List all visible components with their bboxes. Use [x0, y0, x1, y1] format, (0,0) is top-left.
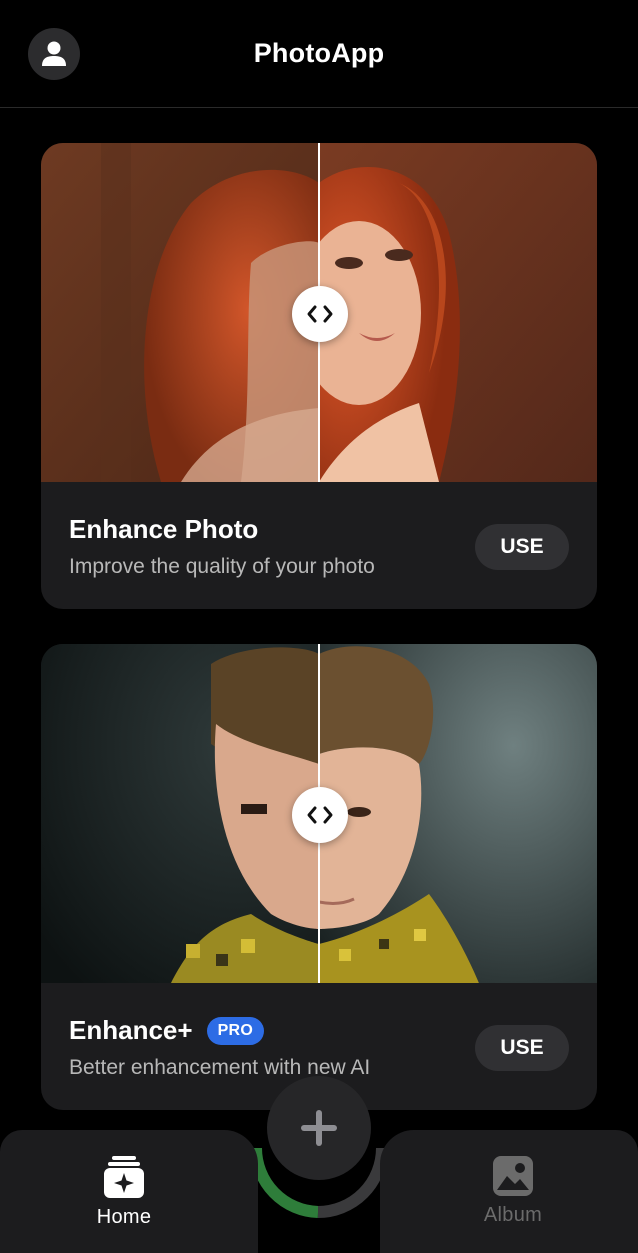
nav-home-label: Home — [96, 1206, 152, 1228]
pro-badge: PRO — [206, 1016, 265, 1045]
compare-slider-handle[interactable] — [292, 787, 348, 843]
use-enhance-plus-button[interactable]: USE — [475, 1025, 569, 1071]
compare-slider-handle[interactable] — [292, 286, 348, 342]
card-title: Enhance+ — [69, 1015, 193, 1045]
card-title-row: Enhance+ PRO — [69, 1015, 265, 1046]
nav-home[interactable]: Home — [64, 1156, 184, 1229]
app-root: PhotoApp Enhance Photo Improve the quali… — [0, 0, 638, 1253]
before-after-preview[interactable] — [41, 143, 597, 482]
top-bar: PhotoApp — [0, 0, 638, 108]
photo-stack-sparkle-icon — [104, 1156, 144, 1198]
image-icon — [493, 1156, 533, 1196]
app-title: PhotoApp — [253, 38, 385, 68]
nav-album[interactable]: Album — [453, 1156, 573, 1227]
bottom-navigation: Home Album — [0, 1076, 638, 1253]
card-description: Improve the quality of your photo — [69, 555, 375, 578]
after-image — [319, 143, 597, 482]
enhance-plus-card[interactable]: Enhance+ PRO Better enhancement with new… — [41, 644, 597, 1110]
after-image — [319, 644, 597, 983]
add-button[interactable] — [267, 1076, 371, 1180]
before-image — [41, 644, 319, 983]
nav-album-label: Album — [483, 1204, 543, 1226]
plus-icon — [301, 1110, 337, 1146]
card-title: Enhance Photo — [69, 514, 259, 544]
use-enhance-photo-button[interactable]: USE — [475, 524, 569, 570]
card-title-row: Enhance Photo — [69, 514, 258, 545]
before-image — [41, 143, 319, 482]
enhance-photo-card[interactable]: Enhance Photo Improve the quality of you… — [41, 143, 597, 609]
before-after-preview[interactable] — [41, 644, 597, 983]
chevrons-left-right-icon — [307, 806, 333, 824]
chevrons-left-right-icon — [307, 305, 333, 323]
